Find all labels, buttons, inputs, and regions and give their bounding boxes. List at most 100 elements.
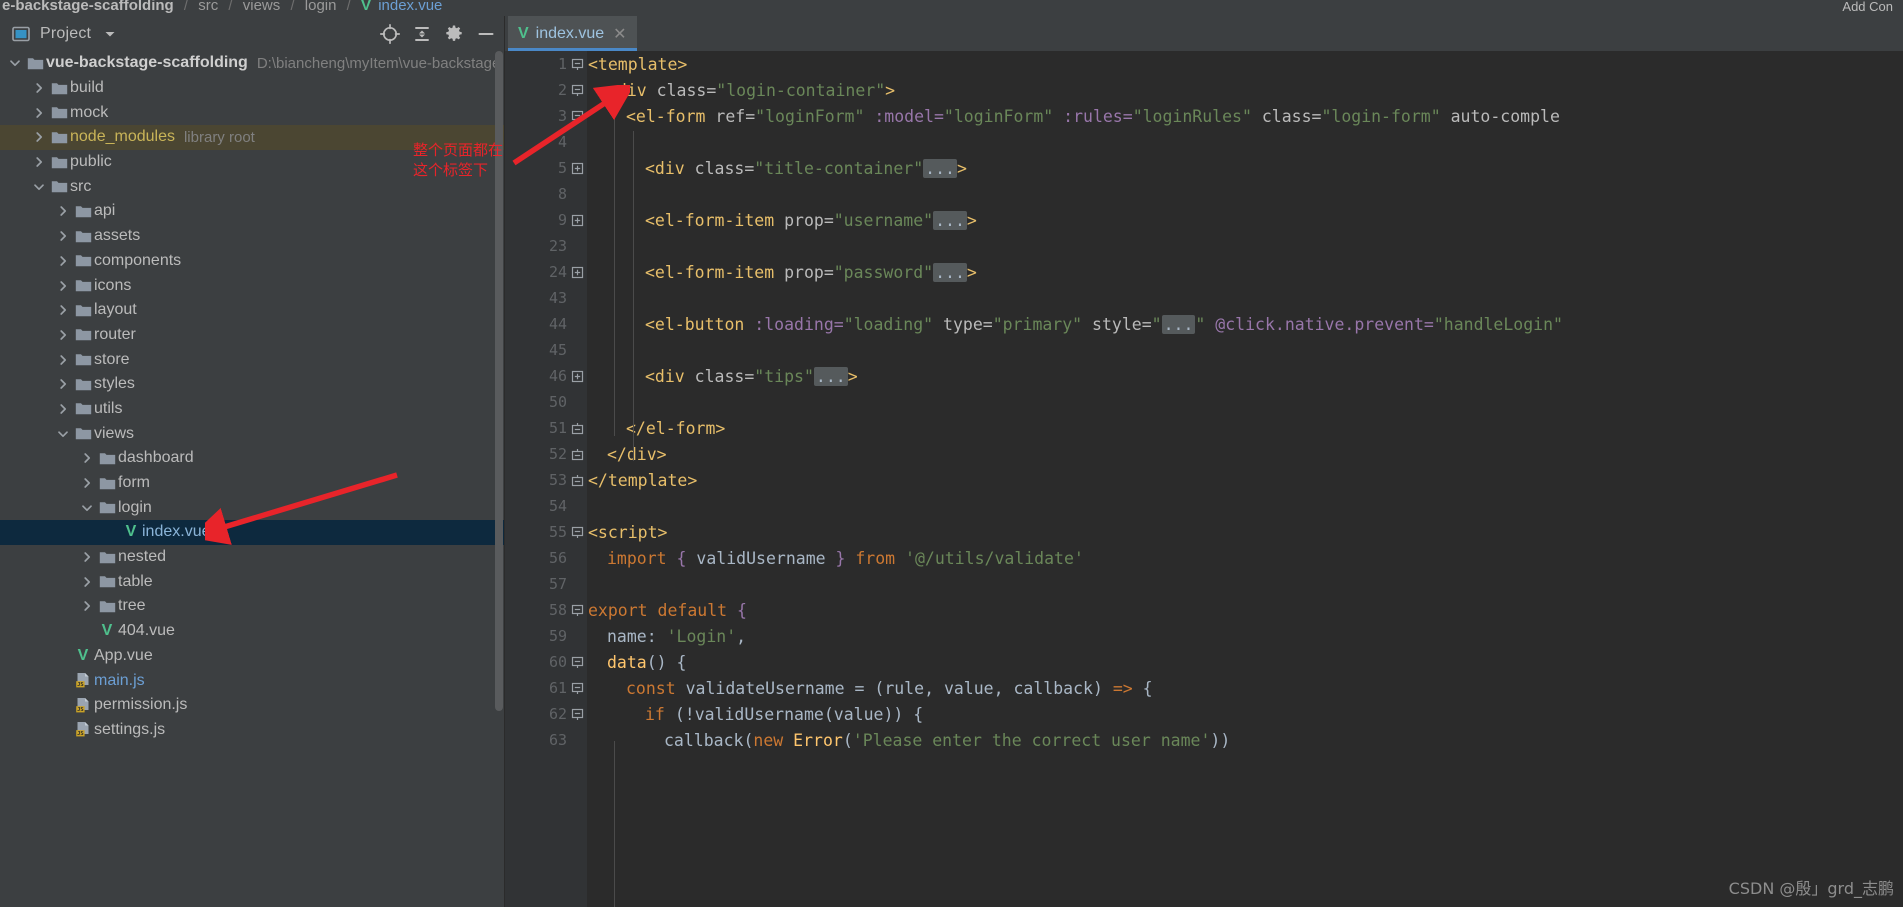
code-line[interactable]: 58 export default {: [505, 597, 1903, 623]
code-line[interactable]: 9 <el-form-item prop="username"... >: [505, 207, 1903, 233]
code-line[interactable]: 54: [505, 493, 1903, 519]
code-line[interactable]: 1 <template>: [505, 51, 1903, 77]
chevron-right-icon[interactable]: [54, 353, 72, 367]
gear-icon[interactable]: [441, 21, 467, 47]
tree-folder-login[interactable]: login: [0, 495, 505, 520]
tree-folder-build[interactable]: build: [0, 76, 505, 101]
code-line[interactable]: 3 <el-form ref="loginForm" :model="loginF…: [505, 103, 1903, 129]
tree-folder-form[interactable]: form: [0, 471, 505, 496]
fold-toggle-icon[interactable]: [567, 162, 588, 175]
chevron-right-icon[interactable]: [78, 550, 96, 564]
tree-folder-tree[interactable]: tree: [0, 594, 505, 619]
chevron-right-icon[interactable]: [30, 81, 48, 95]
chevron-down-icon[interactable]: [97, 21, 123, 47]
code-line[interactable]: 63 callback(new Error('Please enter the c…: [505, 727, 1903, 753]
chevron-right-icon[interactable]: [30, 106, 48, 120]
chevron-right-icon[interactable]: [54, 254, 72, 268]
tree-folder-api[interactable]: api: [0, 199, 505, 224]
code-line[interactable]: 60 data() {: [505, 649, 1903, 675]
code-line[interactable]: 61 const validateUsername = (rule, value,…: [505, 675, 1903, 701]
tree-folder-styles[interactable]: styles: [0, 372, 505, 397]
tree-folder-router[interactable]: router: [0, 323, 505, 348]
fold-toggle-icon[interactable]: [567, 682, 588, 695]
fold-toggle-icon[interactable]: [567, 526, 588, 539]
fold-toggle-icon[interactable]: [567, 422, 588, 435]
chevron-right-icon[interactable]: [54, 279, 72, 293]
code-line[interactable]: 5 <div class="title-container"... >: [505, 155, 1903, 181]
chevron-right-icon[interactable]: [78, 599, 96, 613]
tree-folder-components[interactable]: components: [0, 249, 505, 274]
tree-folder-table[interactable]: table: [0, 569, 505, 594]
breadcrumb[interactable]: e-backstage-scaffolding / src / views / …: [0, 0, 1903, 16]
chevron-right-icon[interactable]: [54, 204, 72, 218]
fold-toggle-icon[interactable]: [567, 604, 588, 617]
tab-index-vue[interactable]: V index.vue ✕: [508, 16, 637, 51]
code-line[interactable]: 57: [505, 571, 1903, 597]
tree-folder-assets[interactable]: assets: [0, 224, 505, 249]
code-line[interactable]: 53 </template>: [505, 467, 1903, 493]
code-line[interactable]: 46 <div class="tips"... >: [505, 363, 1903, 389]
code-line[interactable]: 59 name: 'Login',: [505, 623, 1903, 649]
add-configuration-button[interactable]: Add Con: [1842, 0, 1893, 16]
tree-folder-utils[interactable]: utils: [0, 397, 505, 422]
tree-folder-dashboard[interactable]: dashboard: [0, 446, 505, 471]
code-line[interactable]: 56 import { validUsername } from '@/utils…: [505, 545, 1903, 571]
chevron-right-icon[interactable]: [54, 402, 72, 416]
fold-toggle-icon[interactable]: [567, 266, 588, 279]
chevron-right-icon[interactable]: [30, 130, 48, 144]
chevron-down-icon[interactable]: [6, 56, 24, 70]
code-line[interactable]: 4: [505, 129, 1903, 155]
tree-file-index-vue[interactable]: Vindex.vue: [0, 520, 505, 545]
chevron-right-icon[interactable]: [54, 377, 72, 391]
code-editor[interactable]: 1 <template> 2 <div class="login-container"…: [505, 51, 1903, 907]
fold-toggle-icon[interactable]: [567, 370, 588, 383]
code-line[interactable]: 43: [505, 285, 1903, 311]
tree-folder-icons[interactable]: icons: [0, 273, 505, 298]
code-line[interactable]: 2 <div class="login-container">: [505, 77, 1903, 103]
tree-folder-layout[interactable]: layout: [0, 298, 505, 323]
chevron-right-icon[interactable]: [54, 328, 72, 342]
breadcrumb-project[interactable]: e-backstage-scaffolding: [2, 0, 174, 14]
chevron-right-icon[interactable]: [30, 155, 48, 169]
tree-file-permission-js[interactable]: JS permission.js: [0, 693, 505, 718]
fold-toggle-icon[interactable]: [567, 110, 588, 123]
breadcrumb-file[interactable]: index.vue: [378, 0, 442, 14]
tree-file-404-vue[interactable]: V 404.vue: [0, 619, 505, 644]
code-line[interactable]: 51 </el-form>: [505, 415, 1903, 441]
code-line[interactable]: 23: [505, 233, 1903, 259]
chevron-down-icon[interactable]: [30, 180, 48, 194]
tree-file-App-vue[interactable]: V App.vue: [0, 644, 505, 669]
breadcrumb-part-views[interactable]: views: [243, 0, 281, 14]
tree-file-main-js[interactable]: JS main.js: [0, 668, 505, 693]
breadcrumb-part-login[interactable]: login: [305, 0, 337, 14]
collapse-all-icon[interactable]: [409, 21, 435, 47]
code-line[interactable]: 45: [505, 337, 1903, 363]
chevron-down-icon[interactable]: [78, 501, 96, 515]
fold-toggle-icon[interactable]: [567, 84, 588, 97]
chevron-down-icon[interactable]: [54, 427, 72, 441]
code-line[interactable]: 62 if (!validUsername(value)) {: [505, 701, 1903, 727]
fold-toggle-icon[interactable]: [567, 474, 588, 487]
code-line[interactable]: 44 <el-button :loading="loading" type="pr…: [505, 311, 1903, 337]
hide-panel-icon[interactable]: [473, 21, 499, 47]
chevron-right-icon[interactable]: [78, 575, 96, 589]
fold-toggle-icon[interactable]: [567, 656, 588, 669]
code-line[interactable]: 24 <el-form-item prop="password"... >: [505, 259, 1903, 285]
chevron-right-icon[interactable]: [54, 303, 72, 317]
breadcrumb-part-src[interactable]: src: [198, 0, 218, 14]
tree-folder-mock[interactable]: mock: [0, 100, 505, 125]
code-line[interactable]: 55 <script>: [505, 519, 1903, 545]
tree-folder-vue-backstage-scaffolding[interactable]: vue-backstage-scaffolding D:\biancheng\my…: [0, 51, 505, 76]
code-line[interactable]: 50: [505, 389, 1903, 415]
locate-icon[interactable]: [377, 21, 403, 47]
fold-toggle-icon[interactable]: [567, 448, 588, 461]
chevron-right-icon[interactable]: [54, 229, 72, 243]
tree-folder-views[interactable]: views: [0, 421, 505, 446]
close-icon[interactable]: ✕: [611, 24, 626, 44]
fold-toggle-icon[interactable]: [567, 58, 588, 71]
tree-folder-store[interactable]: store: [0, 347, 505, 372]
tree-folder-nested[interactable]: nested: [0, 545, 505, 570]
code-line[interactable]: 8: [505, 181, 1903, 207]
fold-toggle-icon[interactable]: [567, 708, 588, 721]
tree-file-settings-js[interactable]: JS settings.js: [0, 718, 505, 743]
